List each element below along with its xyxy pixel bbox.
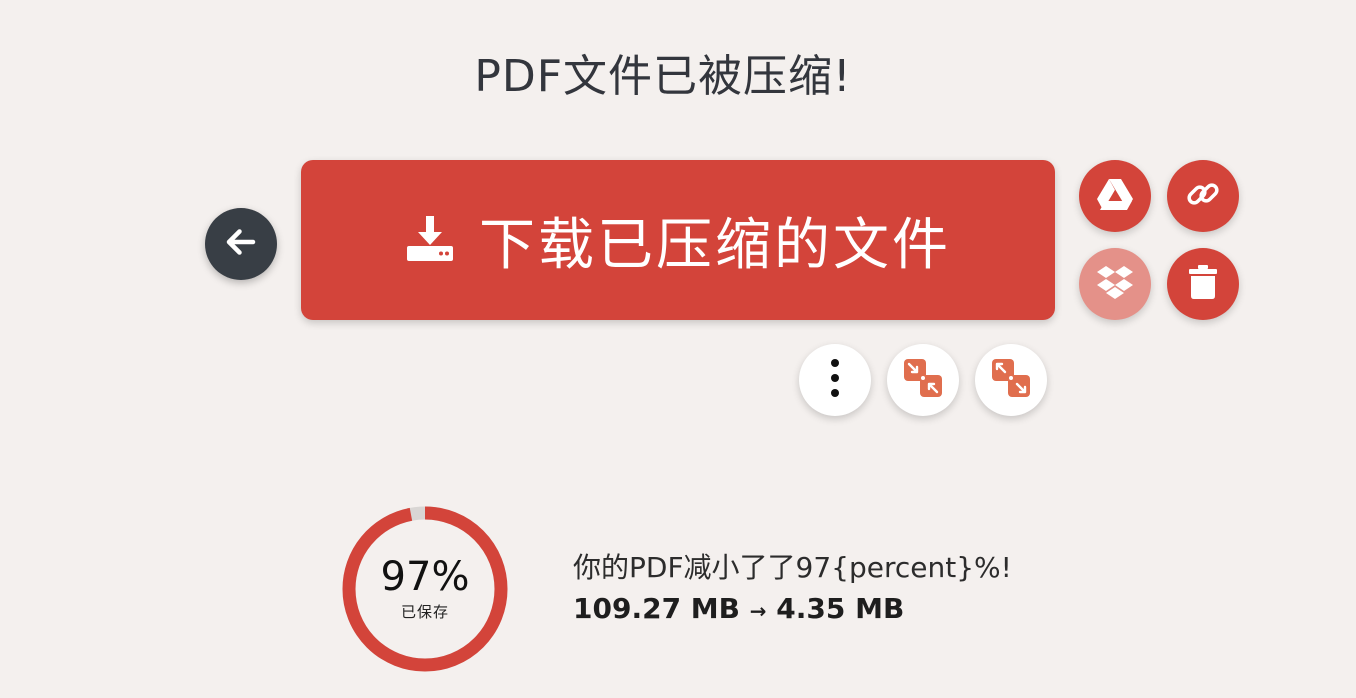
expand-button[interactable] xyxy=(975,344,1047,416)
expand-icon xyxy=(991,358,1031,402)
delete-button[interactable] xyxy=(1167,248,1239,320)
google-drive-button[interactable] xyxy=(1079,160,1151,232)
trash-icon xyxy=(1188,264,1218,304)
download-label: 下载已压缩的文件 xyxy=(479,212,951,278)
arrow-right-icon: → xyxy=(749,599,767,623)
link-icon xyxy=(1185,176,1221,216)
dropbox-icon xyxy=(1096,264,1134,304)
back-button[interactable] xyxy=(205,208,277,280)
compress-icon xyxy=(903,358,943,402)
dropbox-button[interactable] xyxy=(1079,248,1151,320)
size-summary: 109.27 MB → 4.35 MB xyxy=(573,592,904,625)
download-button[interactable]: 下载已压缩的文件 xyxy=(301,160,1055,320)
arrow-left-icon xyxy=(223,224,259,264)
more-options-button[interactable] xyxy=(799,344,871,416)
size-after: 4.35 MB xyxy=(776,592,905,625)
google-drive-icon xyxy=(1096,177,1134,215)
download-icon xyxy=(405,213,455,267)
saved-label: 已保存 xyxy=(400,602,449,621)
copy-link-button[interactable] xyxy=(1167,160,1239,232)
savings-progress-ring: 97% 已保存 xyxy=(340,504,510,674)
more-vertical-icon xyxy=(830,358,840,402)
reduction-message: 你的PDF减小了了97{percent}%! xyxy=(573,551,1012,584)
percent-saved: 97% xyxy=(380,553,470,600)
page-title: PDF文件已被压缩! xyxy=(474,51,852,102)
compress-again-button[interactable] xyxy=(887,344,959,416)
size-before: 109.27 MB xyxy=(573,592,741,625)
